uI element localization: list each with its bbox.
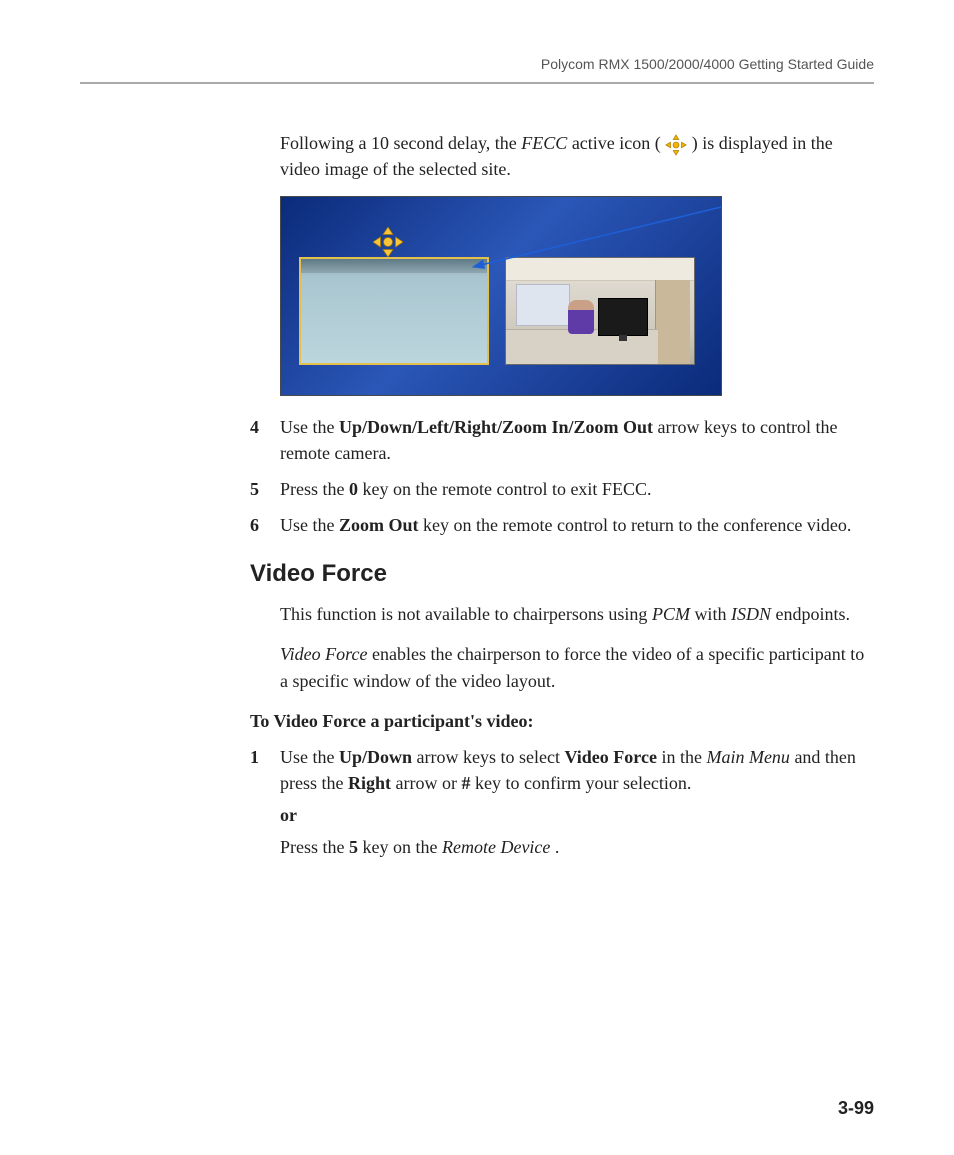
video-force-term: Video Force — [280, 644, 367, 664]
key-name: Right — [348, 773, 391, 793]
key-name: Zoom Out — [339, 515, 419, 535]
text: enables the chairperson to force the vid… — [280, 644, 864, 690]
fecc-term: FECC — [521, 133, 567, 153]
page-number: 3-99 — [838, 1098, 874, 1119]
selected-site-pane — [299, 257, 489, 365]
text: Following a 10 second delay, the — [280, 133, 521, 153]
text: arrow or — [396, 773, 462, 793]
step-number: 6 — [250, 512, 280, 538]
key-names: Up/Down/Left/Right/Zoom In/Zoom Out — [339, 417, 653, 437]
vf-description: Video Force enables the chairperson to f… — [280, 641, 874, 693]
menu-item: Video Force — [564, 747, 656, 767]
remote-device-term: Remote Device — [442, 837, 550, 857]
key-name: 5 — [349, 837, 358, 857]
document-page: Polycom RMX 1500/2000/4000 Getting Start… — [0, 0, 954, 1155]
step-4: 4 Use the Up/Down/Left/Right/Zoom In/Zoo… — [250, 414, 874, 466]
page-content: Following a 10 second delay, the FECC ac… — [280, 130, 874, 860]
step-list: 4 Use the Up/Down/Left/Right/Zoom In/Zoo… — [250, 414, 874, 538]
text: . — [555, 837, 560, 857]
or-label: or — [280, 802, 874, 828]
text: endpoints. — [775, 604, 850, 624]
remote-site-pane — [505, 257, 695, 365]
header-rule — [80, 82, 874, 84]
section-heading-video-force: Video Force — [250, 557, 874, 592]
text: key on the remote control to exit FECC. — [363, 479, 652, 499]
procedure-heading: To Video Force a participant's video: — [250, 708, 874, 734]
text: arrow keys to select — [417, 747, 565, 767]
text: This function is not available to chairp… — [280, 604, 652, 624]
key-name: # — [461, 773, 470, 793]
text: Press the — [280, 479, 349, 499]
step-text: Use the Up/Down/Left/Right/Zoom In/Zoom … — [280, 414, 874, 466]
text: active icon ( — [572, 133, 665, 153]
main-menu-term: Main Menu — [706, 747, 789, 767]
fecc-active-icon — [665, 134, 687, 156]
key-name: Up/Down — [339, 747, 412, 767]
step-number: 5 — [250, 476, 280, 502]
alt-instruction: Press the 5 key on the Remote Device . — [280, 834, 874, 860]
text: Use the — [280, 417, 339, 437]
text: key on the — [363, 837, 442, 857]
step-number: 1 — [250, 744, 280, 860]
text: in the — [661, 747, 706, 767]
fecc-active-icon — [373, 227, 403, 257]
key-name: 0 — [349, 479, 358, 499]
step-text: Use the Up/Down arrow keys to select Vid… — [280, 744, 874, 860]
pcm-term: PCM — [652, 604, 690, 624]
step-6: 6 Use the Zoom Out key on the remote con… — [250, 512, 874, 538]
step-5: 5 Press the 0 key on the remote control … — [250, 476, 874, 502]
step-text: Press the 0 key on the remote control to… — [280, 476, 874, 502]
intro-paragraph: Following a 10 second delay, the FECC ac… — [280, 130, 874, 182]
step-number: 4 — [250, 414, 280, 466]
text: with — [694, 604, 731, 624]
text: key on the remote control to return to t… — [423, 515, 851, 535]
page-header: Polycom RMX 1500/2000/4000 Getting Start… — [200, 56, 874, 78]
vf-availability: This function is not available to chairp… — [280, 601, 874, 627]
video-layout-figure — [280, 196, 722, 396]
step-text: Use the Zoom Out key on the remote contr… — [280, 512, 874, 538]
text: Use the — [280, 515, 339, 535]
step-1: 1 Use the Up/Down arrow keys to select V… — [250, 744, 874, 860]
text: Press the — [280, 837, 349, 857]
isdn-term: ISDN — [731, 604, 771, 624]
text: Use the — [280, 747, 339, 767]
vf-step-list: 1 Use the Up/Down arrow keys to select V… — [250, 744, 874, 860]
text: key to confirm your selection. — [475, 773, 691, 793]
